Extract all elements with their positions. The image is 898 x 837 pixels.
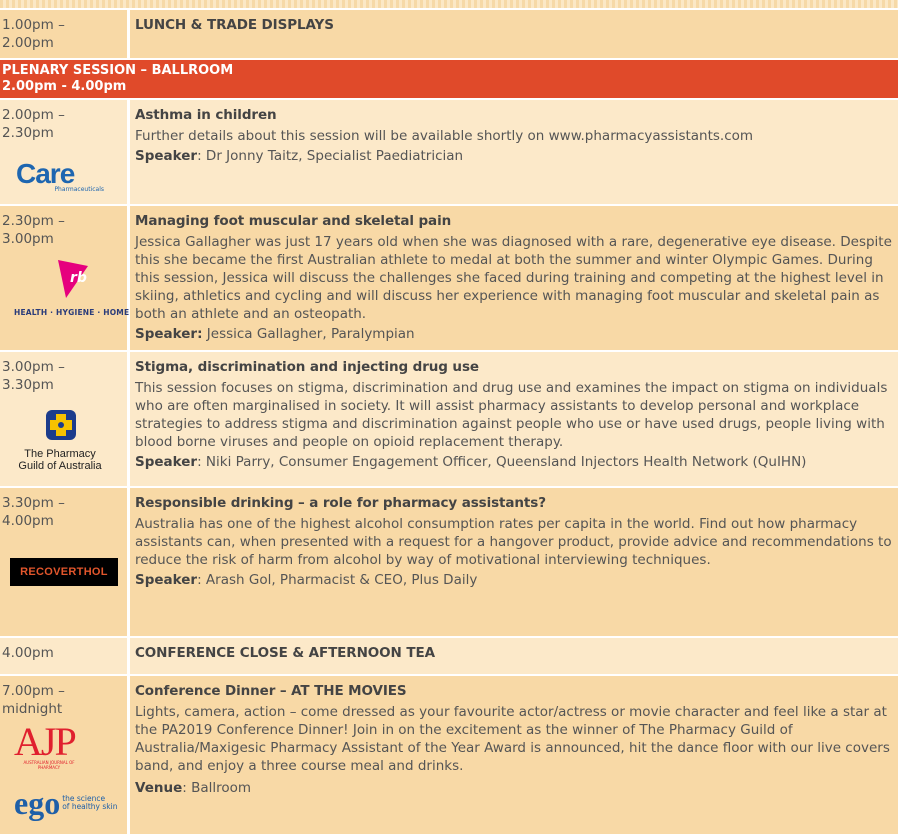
- session-description: Lights, camera, action – come dressed as…: [135, 704, 890, 774]
- schedule-row-foot-pain: 2.30pm – 3.00pm rb HEALTH · HYGIENE · HO…: [0, 206, 898, 350]
- guild-logo-text: The Pharmacy Guild of Australia: [18, 448, 102, 472]
- session-description: Jessica Gallagher was just 17 years old …: [135, 234, 892, 322]
- ajp-sub: AUSTRALIAN JOURNAL OF PHARMACY: [23, 760, 75, 770]
- svg-text:rb: rb: [70, 270, 87, 286]
- schedule-row-close: 4.00pm CONFERENCE CLOSE & AFTERNOON TEA: [0, 638, 898, 674]
- session-title: Asthma in children: [135, 107, 277, 123]
- session-speaker: Speaker: Jessica Gallagher, Paralympian: [135, 325, 893, 343]
- session-content: LUNCH & TRADE DISPLAYS: [130, 10, 898, 58]
- schedule-row-stigma: 3.00pm – 3.30pm The Pharmacy Guild of Au…: [0, 352, 898, 486]
- session-title: Stigma, discrimination and injecting dru…: [135, 359, 479, 375]
- session-speaker: Speaker: Niki Parry, Consumer Engagement…: [135, 453, 893, 471]
- ego-logo: ego the science of healthy skin: [14, 785, 118, 821]
- session-description: Further details about this session will …: [135, 128, 754, 144]
- guild-cross-icon: [46, 410, 76, 440]
- session-title: Conference Dinner – AT THE MOVIES: [135, 683, 407, 699]
- top-decorative-strip: [0, 0, 898, 8]
- ajp-logo: AJP AUSTRALIAN JOURNAL OF PHARMACY: [14, 719, 84, 771]
- plenary-time: 2.00pm - 4.00pm: [2, 79, 127, 94]
- speaker-label: Speaker:: [135, 326, 203, 342]
- speaker-value: : Niki Parry, Consumer Engagement Office…: [197, 454, 807, 470]
- rb-logo: rb HEALTH · HYGIENE · HOME: [14, 256, 129, 317]
- care-pharmaceuticals-logo: Care Pharmaceuticals: [16, 158, 104, 194]
- ajp-word: AJP: [14, 719, 77, 764]
- session-title: Managing foot muscular and skeletal pain: [135, 213, 452, 229]
- speaker-label: Speaker: [135, 148, 198, 164]
- rb-tagline: HEALTH · HYGIENE · HOME: [14, 308, 130, 317]
- session-title: CONFERENCE CLOSE & AFTERNOON TEA: [135, 645, 435, 661]
- session-content: Asthma in children Further details about…: [130, 100, 898, 204]
- session-speaker: Speaker: Dr Jonny Taitz, Specialist Paed…: [135, 147, 893, 165]
- session-description: Australia has one of the highest alcohol…: [135, 516, 892, 568]
- schedule-row-drinking: 3.30pm – 4.00pm RECOVERTHOL Responsible …: [0, 488, 898, 636]
- schedule-row-lunch: 1.00pm – 2.00pm LUNCH & TRADE DISPLAYS: [0, 10, 898, 58]
- speaker-label: Speaker: [135, 572, 198, 588]
- session-speaker: Speaker: Arash Gol, Pharmacist & CEO, Pl…: [135, 571, 893, 589]
- ego-sub: the science of healthy skin: [62, 794, 118, 811]
- venue-label: Venue: [135, 780, 183, 796]
- ego-word: ego: [14, 785, 61, 821]
- rb-mark-icon: rb: [58, 260, 88, 298]
- session-description: This session focuses on stigma, discrimi…: [135, 380, 888, 450]
- session-content: Conference Dinner – AT THE MOVIES Lights…: [130, 676, 898, 834]
- venue-value: : Ballroom: [182, 780, 252, 796]
- speaker-value: Jessica Gallagher, Paralympian: [202, 326, 415, 342]
- session-venue: Venue: Ballroom: [135, 779, 893, 797]
- session-title: Responsible drinking – a role for pharma…: [135, 495, 546, 511]
- schedule-row-asthma: 2.00pm – 2.30pm Care Pharmaceuticals Ast…: [0, 100, 898, 204]
- plenary-title: PLENARY SESSION – BALLROOM: [2, 63, 234, 78]
- session-title: LUNCH & TRADE DISPLAYS: [135, 17, 334, 33]
- session-content: Stigma, discrimination and injecting dru…: [130, 352, 898, 486]
- recoverthol-text: RECOVERTHOL: [10, 558, 118, 586]
- session-time: 1.00pm – 2.00pm: [0, 10, 127, 58]
- session-content: Responsible drinking – a role for pharma…: [130, 488, 898, 636]
- speaker-value: : Arash Gol, Pharmacist & CEO, Plus Dail…: [197, 572, 478, 588]
- session-time: 4.00pm: [0, 638, 127, 674]
- speaker-value: : Dr Jonny Taitz, Specialist Paediatrici…: [197, 148, 464, 164]
- pharmacy-guild-logo: The Pharmacy Guild of Australia: [10, 408, 110, 472]
- session-content: CONFERENCE CLOSE & AFTERNOON TEA: [130, 638, 898, 674]
- schedule-row-dinner: 7.00pm – midnight AJP AUSTRALIAN JOURNAL…: [0, 676, 898, 834]
- plenary-banner: PLENARY SESSION – BALLROOM 2.00pm - 4.00…: [0, 60, 898, 98]
- care-logo-word: Care: [16, 158, 75, 189]
- speaker-label: Speaker: [135, 454, 198, 470]
- session-content: Managing foot muscular and skeletal pain…: [130, 206, 898, 350]
- recoverthol-logo: RECOVERTHOL: [10, 558, 118, 586]
